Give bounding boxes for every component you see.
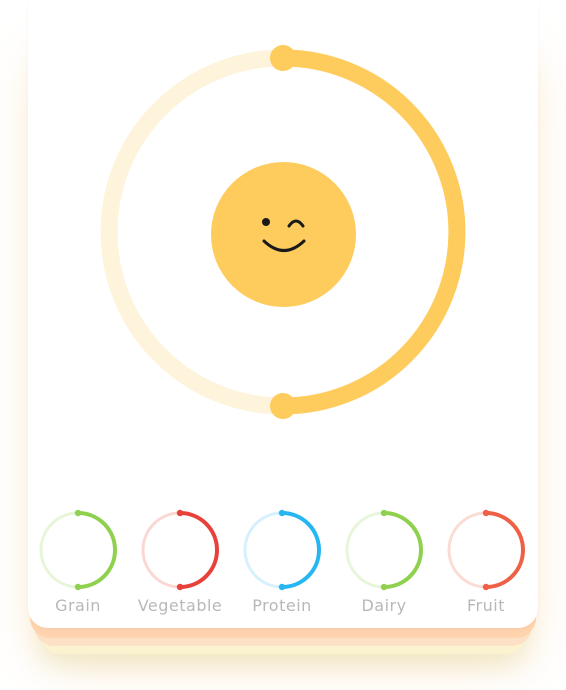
- grain-ring-cap-start: [74, 509, 82, 517]
- grain-ring-cap-end: [74, 583, 82, 591]
- grain-ring-arc: [77, 511, 117, 589]
- protein-ring-arc: [281, 511, 321, 589]
- fruit-progress-ring: [447, 509, 525, 591]
- fruit-ring-cap-start: [482, 509, 490, 517]
- vegetable-ring-cap-start: [176, 509, 184, 517]
- category-fruit[interactable]: Fruit: [436, 508, 536, 620]
- category-vegetable[interactable]: Vegetable: [130, 508, 230, 620]
- vegetable-progress-ring: [141, 509, 219, 591]
- fruit-ring-arc: [485, 511, 525, 589]
- category-label-dairy: Dairy: [361, 596, 407, 615]
- grain-progress-ring: [39, 509, 117, 591]
- vegetable-ring-arc: [179, 511, 219, 589]
- category-label-protein: Protein: [252, 596, 312, 615]
- dairy-ring-cap-start: [380, 509, 388, 517]
- dairy-ring-arc: [383, 511, 423, 589]
- main-progress-cap-start: [270, 45, 296, 71]
- mood-face[interactable]: [211, 162, 356, 307]
- app-stage: Grain Vegetable Protein Dairy Fruit: [0, 0, 566, 690]
- protein-ring-cap-end: [278, 583, 286, 591]
- category-grain[interactable]: Grain: [28, 508, 128, 620]
- protein-progress-ring: [243, 509, 321, 591]
- category-label-vegetable: Vegetable: [137, 596, 223, 615]
- category-label-fruit: Fruit: [467, 596, 505, 615]
- nutrition-card: Grain Vegetable Protein Dairy Fruit: [28, 0, 538, 628]
- wink-smile-icon: [262, 218, 306, 252]
- category-protein[interactable]: Protein: [232, 508, 332, 620]
- category-label-grain: Grain: [55, 596, 101, 615]
- protein-ring-cap-start: [278, 509, 286, 517]
- fruit-ring-cap-end: [482, 583, 490, 591]
- dairy-ring-cap-end: [380, 583, 388, 591]
- main-progress-cap-end: [270, 393, 296, 419]
- category-dairy[interactable]: Dairy: [334, 508, 434, 620]
- dairy-progress-ring: [345, 509, 423, 591]
- vegetable-ring-cap-end: [176, 583, 184, 591]
